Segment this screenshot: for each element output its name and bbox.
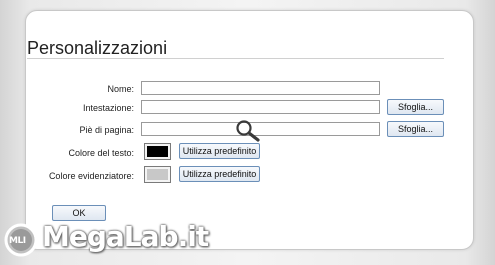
section-title: Personalizzazioni: [27, 38, 168, 58]
watermark-text: MegaLab.it: [42, 220, 209, 253]
text-color-label: Colore del testo:: [68, 148, 134, 158]
name-label: Nome:: [107, 84, 134, 94]
text-color-default-button[interactable]: Utilizza predefinito: [179, 143, 260, 159]
highlight-color-label: Colore evidenziatore:: [48, 171, 134, 181]
text-color-fill: [147, 146, 168, 157]
footer-browse-button[interactable]: Sfoglia...: [387, 121, 444, 137]
title-divider: [27, 58, 444, 59]
header-label: Intestazione:: [82, 103, 134, 113]
footer-label: Piè di pagina:: [79, 125, 134, 135]
text-color-swatch[interactable]: [144, 143, 171, 160]
header-input[interactable]: [141, 100, 380, 114]
name-input[interactable]: [141, 81, 380, 95]
logo-badge-text: MLI: [9, 236, 26, 246]
highlight-color-swatch[interactable]: [144, 166, 171, 183]
highlight-color-default-button[interactable]: Utilizza predefinito: [179, 166, 260, 182]
magnifier-icon: [236, 120, 260, 142]
highlight-color-fill: [147, 169, 168, 180]
ok-button[interactable]: OK: [52, 205, 106, 221]
header-browse-button[interactable]: Sfoglia...: [387, 99, 444, 115]
